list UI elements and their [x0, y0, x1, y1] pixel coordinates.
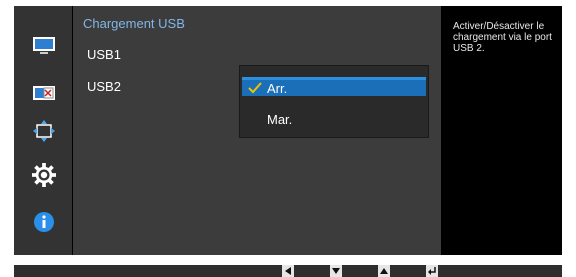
enter-icon	[426, 265, 438, 277]
color-icon[interactable]	[32, 82, 56, 106]
option-label: Mar.	[267, 112, 293, 127]
osd-menu: Chargement USB USB1 USB2 Arr. Mar. Activ…	[14, 6, 562, 255]
help-panel: Activer/Désactiver le chargement via le …	[442, 6, 562, 255]
menu-item-usb1[interactable]: USB1	[87, 47, 237, 65]
up-arrow-icon	[378, 265, 390, 277]
checkmark-icon	[248, 81, 262, 95]
main-panel: Chargement USB USB1 USB2 Arr. Mar.	[73, 6, 441, 255]
down-arrow-icon	[330, 265, 342, 277]
sidebar	[14, 6, 72, 255]
options-dropdown: Arr. Mar.	[239, 65, 429, 138]
left-arrow-icon	[282, 265, 294, 277]
position-icon[interactable]	[32, 119, 56, 143]
menu-title: Chargement USB	[83, 16, 185, 31]
help-text: Activer/Désactiver le chargement via le …	[453, 21, 552, 54]
option-mar[interactable]: Mar.	[242, 111, 426, 130]
button-guide-bar	[14, 265, 562, 277]
menu-item-usb2[interactable]: USB2	[87, 79, 237, 97]
system-icon[interactable]	[32, 163, 56, 187]
option-label: Arr.	[267, 81, 288, 96]
information-icon[interactable]	[32, 210, 56, 234]
picture-icon[interactable]	[32, 34, 56, 58]
option-arr[interactable]: Arr.	[242, 77, 426, 96]
